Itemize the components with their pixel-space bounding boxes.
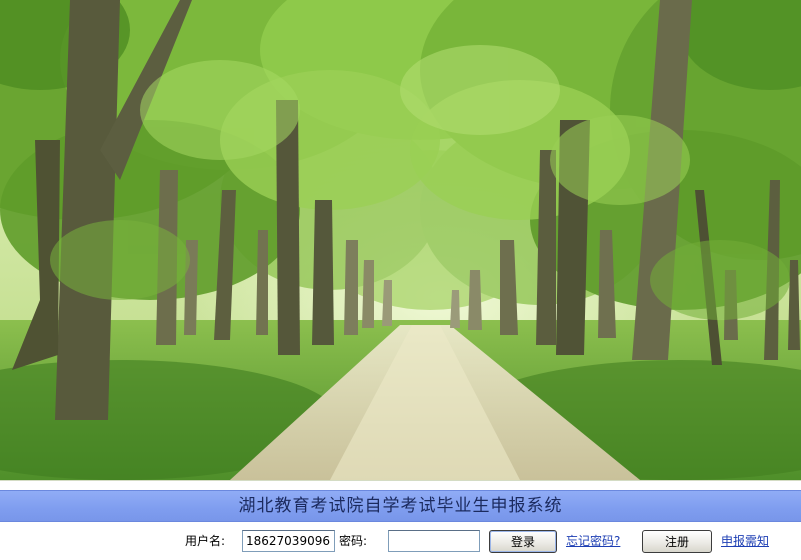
forest-path-illustration bbox=[0, 0, 801, 480]
password-label: 密码: bbox=[339, 534, 368, 548]
system-title-bar: 湖北教育考试院自学考试毕业生申报系统 bbox=[0, 490, 801, 522]
page: 湖北教育考试院自学考试毕业生申报系统 用户名: 密码: 登录 忘记密码? 注册 … bbox=[0, 0, 801, 560]
system-title: 湖北教育考试院自学考试毕业生申报系统 bbox=[238, 496, 563, 516]
register-button[interactable]: 注册 bbox=[642, 530, 712, 553]
hero-forest-image bbox=[0, 0, 801, 481]
login-form: 用户名: 密码: 登录 忘记密码? 注册 申报需知 bbox=[0, 525, 801, 560]
password-input[interactable] bbox=[388, 530, 480, 552]
application-notice-link[interactable]: 申报需知 bbox=[721, 534, 769, 548]
login-button[interactable]: 登录 bbox=[489, 530, 557, 553]
forgot-password-link[interactable]: 忘记密码? bbox=[566, 534, 620, 548]
username-input[interactable] bbox=[242, 530, 335, 552]
username-label: 用户名: bbox=[185, 534, 226, 548]
